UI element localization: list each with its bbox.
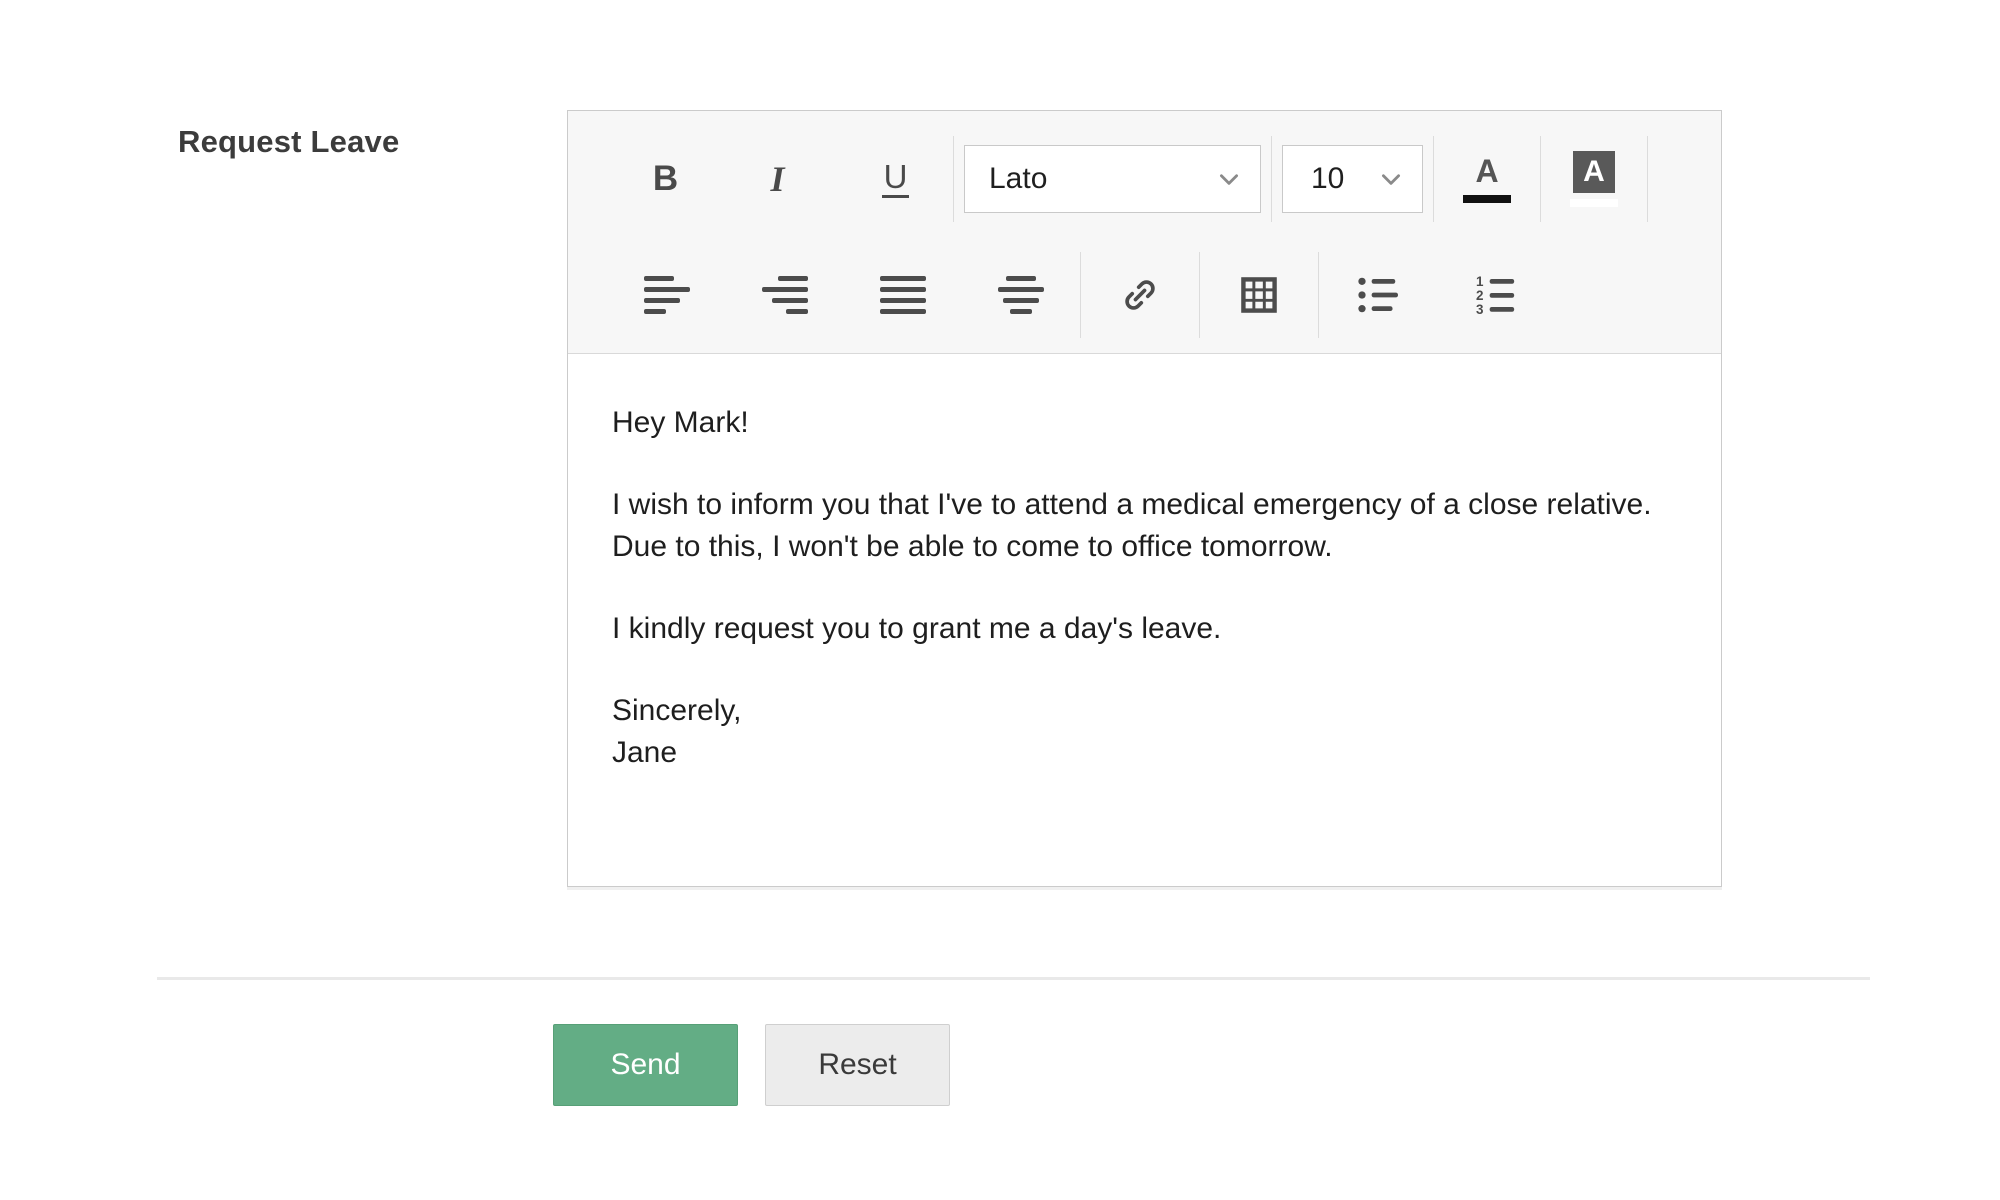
- font-size-value: 10: [1311, 162, 1344, 196]
- bullet-list-button[interactable]: [1348, 271, 1408, 319]
- toolbar-divider: [1271, 136, 1272, 222]
- svg-text:3: 3: [1476, 302, 1483, 315]
- insert-table-button[interactable]: [1229, 269, 1289, 321]
- text-color-swatch: [1463, 195, 1511, 203]
- chevron-down-icon: [1216, 166, 1242, 192]
- send-button[interactable]: Send: [553, 1024, 738, 1106]
- insert-link-button[interactable]: [1110, 269, 1170, 321]
- toolbar-row-paragraph: 1 2 3: [608, 237, 1721, 353]
- align-left-button[interactable]: [636, 272, 698, 318]
- greeting-line: Hey Mark!: [612, 402, 1677, 444]
- font-family-dropdown[interactable]: Lato: [964, 145, 1261, 213]
- font-size-dropdown[interactable]: 10: [1282, 145, 1423, 213]
- request-leave-form: Request Leave B I U: [0, 0, 2000, 1200]
- chevron-down-icon: [1378, 166, 1404, 192]
- table-icon: [1237, 273, 1281, 317]
- numbered-list-button[interactable]: 1 2 3: [1466, 271, 1526, 319]
- bold-button[interactable]: B: [645, 155, 686, 203]
- request-paragraph: I kindly request you to grant me a day's…: [612, 608, 1677, 650]
- svg-text:1: 1: [1476, 275, 1484, 289]
- align-left-icon: [644, 276, 690, 314]
- justify-icon: [880, 276, 926, 314]
- closing-line: Sincerely,: [612, 690, 1677, 732]
- reset-button[interactable]: Reset: [765, 1024, 950, 1106]
- underline-icon: U: [882, 160, 910, 199]
- toolbar-row-formatting: B I U Lato: [608, 121, 1721, 237]
- editor-toolbar: B I U Lato: [568, 111, 1721, 354]
- italic-button[interactable]: I: [762, 154, 798, 204]
- underline-button[interactable]: U: [874, 156, 918, 203]
- svg-text:2: 2: [1476, 288, 1483, 303]
- align-center-icon: [998, 276, 1044, 314]
- align-right-button[interactable]: [754, 272, 816, 318]
- justify-button[interactable]: [872, 272, 934, 318]
- text-color-button[interactable]: A: [1455, 151, 1519, 207]
- align-center-button[interactable]: [990, 272, 1052, 318]
- field-label: Request Leave: [178, 124, 399, 160]
- background-color-swatch: [1570, 199, 1618, 207]
- italic-icon: I: [770, 158, 790, 200]
- body-paragraph: I wish to inform you that I've to attend…: [612, 484, 1677, 568]
- align-right-icon: [762, 276, 808, 314]
- background-color-icon: A: [1573, 151, 1615, 193]
- bullet-list-icon: [1356, 275, 1400, 315]
- link-icon: [1118, 273, 1162, 317]
- rich-text-editor: B I U Lato: [567, 110, 1722, 887]
- background-color-button[interactable]: A: [1562, 147, 1626, 211]
- section-divider: [157, 977, 1870, 980]
- toolbar-divider: [953, 136, 954, 222]
- bold-icon: B: [653, 159, 678, 199]
- font-family-value: Lato: [989, 162, 1047, 196]
- editor-content[interactable]: Hey Mark! I wish to inform you that I've…: [568, 354, 1721, 886]
- text-color-icon: A: [1475, 155, 1498, 187]
- toolbar-divider: [1647, 136, 1648, 222]
- signature-line: Jane: [612, 732, 1677, 774]
- numbered-list-icon: 1 2 3: [1474, 275, 1518, 315]
